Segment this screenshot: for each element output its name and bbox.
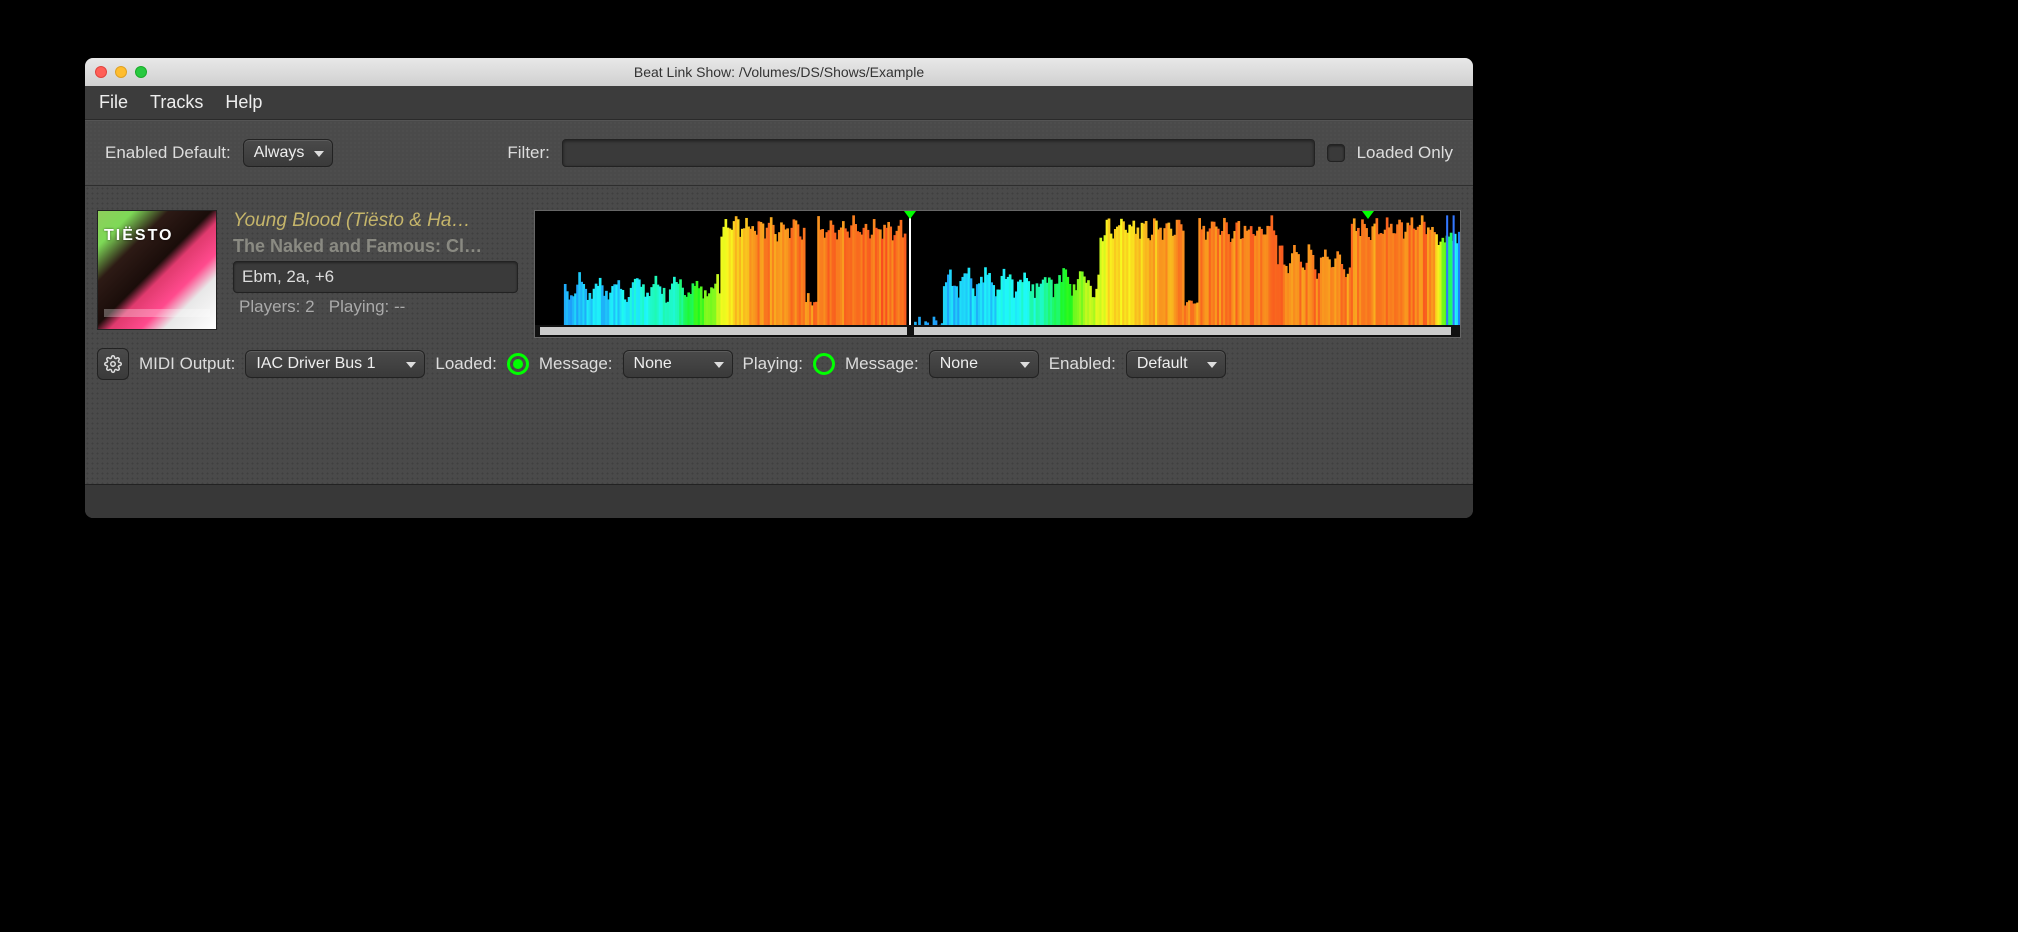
enabled-value: Default	[1137, 355, 1188, 373]
track-list: Young Blood (Tiësto & Ha… The Naked and …	[85, 186, 1473, 484]
playing-label: Playing:	[329, 297, 389, 316]
playhead-1-marker-icon	[904, 211, 916, 219]
menu-file[interactable]: File	[99, 92, 128, 113]
enabled-default-label: Enabled Default:	[105, 143, 231, 163]
midi-output-select[interactable]: IAC Driver Bus 1	[245, 350, 425, 378]
filter-label: Filter:	[507, 143, 550, 163]
loaded-only-label: Loaded Only	[1357, 143, 1453, 163]
beat-grid-bar	[535, 325, 1460, 337]
playing-value: --	[394, 297, 405, 316]
loaded-message-label: Message:	[539, 354, 613, 374]
filter-input[interactable]	[562, 139, 1315, 167]
track-artist: The Naked and Famous: Cl…	[233, 236, 518, 257]
menu-bar: File Tracks Help	[85, 86, 1473, 120]
maximize-icon[interactable]	[135, 66, 147, 78]
window-titlebar: Beat Link Show: /Volumes/DS/Shows/Exampl…	[85, 58, 1473, 86]
loaded-only-checkbox[interactable]	[1327, 144, 1345, 162]
track-title: Young Blood (Tiësto & Ha…	[233, 210, 518, 232]
playing-message-label: Message:	[845, 354, 919, 374]
menu-tracks[interactable]: Tracks	[150, 92, 203, 113]
midi-output-label: MIDI Output:	[139, 354, 235, 374]
loaded-message-select[interactable]: None	[623, 350, 733, 378]
players-value: 2	[305, 297, 314, 316]
enabled-default-select[interactable]: Always	[243, 139, 334, 167]
loaded-status-icon	[507, 353, 529, 375]
track-status-line: Players: 2 Playing: --	[233, 297, 518, 317]
playhead-2-marker-icon	[1362, 211, 1374, 219]
window-title: Beat Link Show: /Volumes/DS/Shows/Exampl…	[85, 64, 1473, 80]
track-meta: Young Blood (Tiësto & Ha… The Naked and …	[233, 210, 518, 317]
menu-help[interactable]: Help	[225, 92, 262, 113]
track-gear-button[interactable]	[97, 348, 129, 380]
playhead-1-line	[909, 211, 911, 325]
midi-output-value: IAC Driver Bus 1	[256, 355, 375, 373]
loaded-label: Loaded:	[435, 354, 496, 374]
gear-icon	[104, 355, 122, 373]
traffic-lights	[95, 66, 147, 78]
playing-message-select[interactable]: None	[929, 350, 1039, 378]
album-art	[97, 210, 217, 330]
track-row: Young Blood (Tiësto & Ha… The Naked and …	[85, 210, 1473, 394]
enabled-label: Enabled:	[1049, 354, 1116, 374]
app-window: Beat Link Show: /Volumes/DS/Shows/Exampl…	[85, 58, 1473, 518]
playing-control-label: Playing:	[743, 354, 803, 374]
minimize-icon[interactable]	[115, 66, 127, 78]
loaded-message-value: None	[634, 355, 672, 373]
enabled-default-value: Always	[254, 144, 305, 162]
playing-message-value: None	[940, 355, 978, 373]
show-toolbar: Enabled Default: Always Filter: Loaded O…	[85, 120, 1473, 186]
playing-status-icon	[813, 353, 835, 375]
track-controls: MIDI Output: IAC Driver Bus 1 Loaded: Me…	[97, 338, 1461, 380]
track-comment-input[interactable]: Ebm, 2a, +6	[233, 261, 518, 293]
status-bar	[85, 484, 1473, 518]
waveform-preview[interactable]	[534, 210, 1461, 338]
enabled-select[interactable]: Default	[1126, 350, 1226, 378]
players-label: Players:	[239, 297, 300, 316]
close-icon[interactable]	[95, 66, 107, 78]
